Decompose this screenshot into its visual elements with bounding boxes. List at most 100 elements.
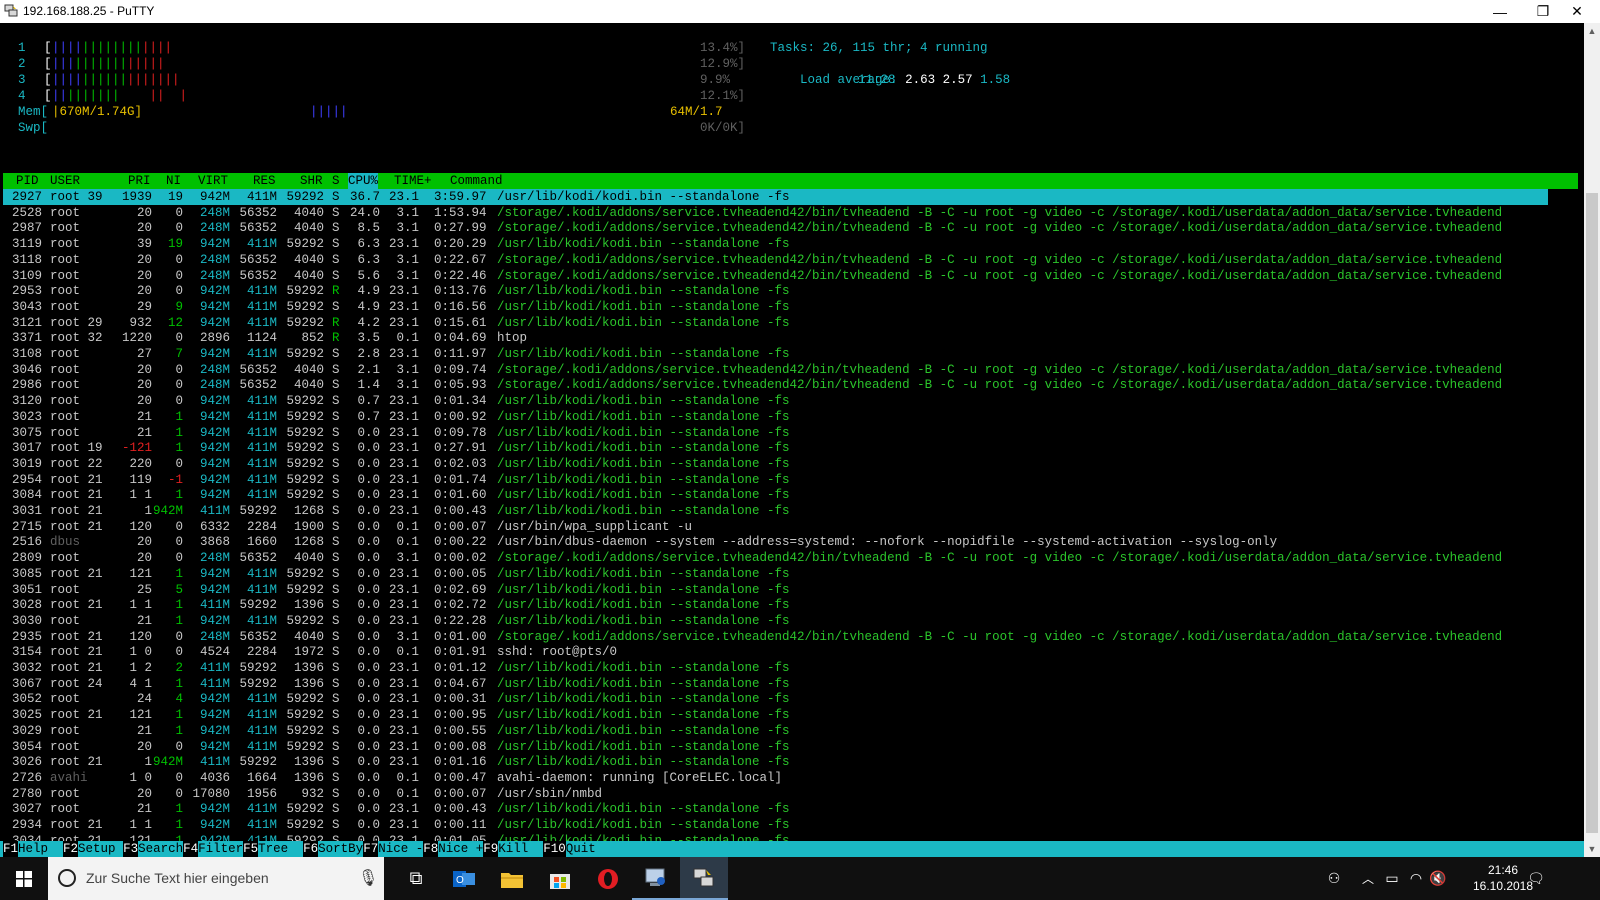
store-icon[interactable] xyxy=(536,857,584,900)
process-row[interactable]: 2715 root 21 120 0 6332 2284 1900 S 0.0 0.1 0:00.0… xyxy=(0,519,1600,535)
putty-taskbar-icon[interactable] xyxy=(680,857,728,900)
fkey-f10[interactable]: F10Quit xyxy=(543,841,611,857)
process-row[interactable]: 3043 root 29 9 942M 411M 59292 S 4.9 23.1 0:16.56 /… xyxy=(0,299,1600,315)
process-row[interactable]: 3075 root 21 1 942M 411M 59292 S 0.0 23.1 0:09.78 /… xyxy=(0,425,1600,441)
action-center-icon[interactable]: 🗨 xyxy=(1524,857,1548,900)
process-row[interactable]: 3154 root 21 1 0 0 4524 2284 1972 S 0.0 0.1 0:01.9… xyxy=(0,644,1600,660)
process-command: /usr/lib/kodi/kodi.bin --standalone -fs xyxy=(497,723,790,738)
process-row[interactable]: 3027 root 21 1 942M 411M 59292 S 0.0 23.1 0:00.43 /… xyxy=(0,801,1600,817)
process-row[interactable]: 2954 root 21 119 -1 942M 411M 59292 S 0.0 23.1 0:0… xyxy=(0,472,1600,488)
terminal-scrollbar[interactable]: ▲ ▼ xyxy=(1584,23,1600,857)
column-header-time[interactable]: TIME+ xyxy=(394,173,432,189)
process-row[interactable]: 3026 root 21 1 942M 411M 59292 1396 S 0.0 23.1 0:0… xyxy=(0,754,1600,770)
process-row[interactable]: 3017 root 19 -121 1 942M 411M 59292 S 0.0 23.1 0:2… xyxy=(0,440,1600,456)
column-header-shr[interactable]: SHR xyxy=(300,173,323,189)
taskbar-search-box[interactable]: Zur Suche Text hier eingeben 🎙 xyxy=(48,857,384,900)
process-user: root 21 xyxy=(50,755,103,770)
process-row[interactable]: 3046 root 20 0 248M 56352 4040 S 2.1 3.1 0:09.74/s… xyxy=(0,362,1600,378)
process-row[interactable]: 3051 root 25 5 942M 411M 59292 S 0.0 23.1 0:02.69 /… xyxy=(0,582,1600,598)
process-row[interactable]: 3032 root 21 1 2 2 411M 59292 1396 S 0.0 23.1 0:01… xyxy=(0,660,1600,676)
process-row[interactable]: 2953 root 20 0 942M 411M 59292 R 4.9 23.1 0:13.76 /… xyxy=(0,283,1600,299)
process-row[interactable]: 2726 avahi 1 0 0 4036 1664 1396 S 0.0 0.1 0:00.47 a… xyxy=(0,770,1600,786)
close-button[interactable]: ✕ xyxy=(1554,0,1600,23)
process-row[interactable]: 2935 root 21 120 0 248M 56352 4040 S 0.0 3.1 0:01.… xyxy=(0,629,1600,645)
fkey-label: Setup xyxy=(78,842,124,856)
fkey-f9[interactable]: F9Kill xyxy=(483,841,543,857)
people-icon[interactable]: ⚇ xyxy=(1322,857,1346,900)
fkey-f4[interactable]: F4Filter xyxy=(183,841,243,857)
outlook-icon[interactable]: O xyxy=(440,857,488,900)
file-explorer-icon[interactable] xyxy=(488,857,536,900)
process-row[interactable]: 3028 root 21 1 1 1 411M 59292 1396 S 0.0 23.1 0:02… xyxy=(0,597,1600,613)
task-view-icon[interactable]: ⧉ xyxy=(392,857,440,900)
cpu-meter-bar: |||||||| xyxy=(82,41,143,55)
column-header-ni[interactable]: NI xyxy=(166,173,181,189)
fkey-f7[interactable]: F7Nice - xyxy=(363,841,423,857)
process-cpu: 0.0 xyxy=(357,739,381,754)
network-app-icon[interactable] xyxy=(632,857,680,900)
fkey-f2[interactable]: F2Setup xyxy=(63,841,124,857)
speaker-muted-icon[interactable]: 🔇 xyxy=(1428,857,1448,900)
column-header-cpu[interactable]: CPU% xyxy=(348,173,379,189)
column-header-command[interactable]: Command xyxy=(450,173,503,189)
start-button[interactable] xyxy=(0,857,48,900)
process-row[interactable]: 3084 root 21 1 1 1 942M 411M 59292 S 0.0 23.1 0:01… xyxy=(0,487,1600,503)
column-header-pri[interactable]: PRI xyxy=(128,173,151,189)
load-average: Load average: 2.63 2.57 1.58 xyxy=(770,56,1010,87)
opera-icon[interactable] xyxy=(584,857,632,900)
process-row[interactable]: 3118 root 20 0 248M 56352 4040 S 6.3 3.1 0:22.67/s… xyxy=(0,252,1600,268)
column-header-s[interactable]: S xyxy=(332,173,340,189)
fkey-f1[interactable]: F1Help xyxy=(3,841,63,857)
scroll-down-arrow-icon[interactable]: ▼ xyxy=(1584,841,1600,857)
process-cpu: 2.1 xyxy=(357,362,381,377)
process-row[interactable]: 3119 root 39 19 942M 411M 59292 S 6.3 23.1 0:20.29… xyxy=(0,236,1600,252)
column-header-pid[interactable]: PID xyxy=(16,173,39,189)
show-hidden-icons-chevron-icon[interactable]: ︿ xyxy=(1358,857,1378,900)
column-header-virt[interactable]: VIRT xyxy=(198,173,228,189)
process-table-header[interactable]: PID USER PRI NI VIRT RES SHR S CPU% TIME+ Command xyxy=(3,173,1578,189)
process-row[interactable]: 3120 root 20 0 942M 411M 59292 S 0.7 23.1 0:01.34 /… xyxy=(0,393,1600,409)
fkey-f8[interactable]: F8Nice + xyxy=(423,841,483,857)
process-command: /usr/lib/kodi/kodi.bin --standalone -fs xyxy=(497,425,790,440)
process-row[interactable]: 2986 root 20 0 248M 56352 4040 S 1.4 3.1 0:05.93/s… xyxy=(0,377,1600,393)
process-row[interactable]: 2516 dbus 20 0 3868 1660 1268 S 0.0 0.1 0:00.22/us… xyxy=(0,534,1600,550)
fkey-f6[interactable]: F6SortBy xyxy=(303,841,363,857)
fkey-f3[interactable]: F3Search xyxy=(123,841,183,857)
process-row[interactable]: 3109 root 20 0 248M 56352 4040 S 5.6 3.1 0:22.46/s… xyxy=(0,268,1600,284)
process-row[interactable]: 2780 root 20 0 17080 1956 932 S 0.0 0.1 0:00.07/us… xyxy=(0,786,1600,802)
process-mem: 23.1 xyxy=(389,676,420,691)
process-row[interactable]: 3029 root 21 1 942M 411M 59292 S 0.0 23.1 0:00.55 /… xyxy=(0,723,1600,739)
fkey-f5[interactable]: F5Tree xyxy=(243,841,303,857)
process-row[interactable]: 3085 root 21 121 1 942M 411M 59292 S 0.0 23.1 0:00… xyxy=(0,566,1600,582)
column-header-user[interactable]: USER xyxy=(50,173,80,189)
process-row[interactable]: 3019 root 22 220 0 942M 411M 59292 S 0.0 23.1 0:02… xyxy=(0,456,1600,472)
process-row[interactable]: 3108 root 27 7 942M 411M 59292 S 2.8 23.1 0:11.97 /… xyxy=(0,346,1600,362)
process-row[interactable]: 3054 root 20 0 942M 411M 59292 S 0.0 23.1 0:00.08 /… xyxy=(0,739,1600,755)
process-row[interactable]: 3067 root 24 4 1 1 411M 59292 1396 S 0.0 23.1 0:04… xyxy=(0,676,1600,692)
process-row[interactable]: 3121 root 29 932 12 942M 411M 59292 R 4.2 23.1 0:1… xyxy=(0,315,1600,331)
process-row[interactable]: 3052 root 24 4 942M 411M 59292 S 0.0 23.1 0:00.31 /… xyxy=(0,691,1600,707)
window-titlebar[interactable]: 192.168.188.25 - PuTTY — ❐ ✕ xyxy=(0,0,1600,23)
process-row[interactable]: 2528 root 20 0 248M 56352 4040 S 24.0 3.1 1:53.94 /… xyxy=(0,205,1600,221)
process-state: S xyxy=(332,551,340,566)
microphone-icon[interactable]: 🎙 xyxy=(358,868,378,888)
process-row[interactable]: 3023 root 21 1 942M 411M 59292 S 0.7 23.1 0:00.92 /… xyxy=(0,409,1600,425)
scroll-up-arrow-icon[interactable]: ▲ xyxy=(1584,23,1600,39)
process-row[interactable]: 3030 root 21 1 942M 411M 59292 S 0.0 23.1 0:22.28 /… xyxy=(0,613,1600,629)
process-row[interactable]: 2987 root 20 0 248M 56352 4040 S 8.5 3.1 0:27.99/s… xyxy=(0,220,1600,236)
process-time: 0:00.05 xyxy=(434,566,487,581)
minimize-button[interactable]: — xyxy=(1477,0,1523,23)
process-row[interactable]: 2934 root 21 1 1 1 942M 411M 59292 S 0.0 23.1 0:00… xyxy=(0,817,1600,833)
process-row[interactable]: 3031 root 21 1 942M 411M 59292 1268 S 0.0 23.1 0:0… xyxy=(0,503,1600,519)
column-header-res[interactable]: RES xyxy=(253,173,276,189)
wifi-icon[interactable]: ◠ xyxy=(1406,857,1426,900)
terminal-area[interactable]: 1[|||| |||||||| |||| 13.4%] 2[||| ||||||| ||||… xyxy=(0,23,1584,857)
process-row[interactable]: 2927 root 39 1939 19 942M 411M 59292 S 36.7 23.1 3… xyxy=(3,189,1548,205)
process-user: root xyxy=(50,284,81,299)
process-row[interactable]: 2809 root 20 0 248M 56352 4040 S 0.0 3.1 0:00.02/s… xyxy=(0,550,1600,566)
battery-icon[interactable]: ▭ xyxy=(1382,857,1402,900)
process-row[interactable]: 3371 root 32 1220 0 2896 1124 852 R 3.5 0.1 0:04.6… xyxy=(0,330,1600,346)
scrollbar-thumb[interactable] xyxy=(1586,193,1598,833)
process-row[interactable]: 3025 root 21 121 1 942M 411M 59292 S 0.0 23.1 0:00… xyxy=(0,707,1600,723)
process-state: S xyxy=(332,708,340,723)
